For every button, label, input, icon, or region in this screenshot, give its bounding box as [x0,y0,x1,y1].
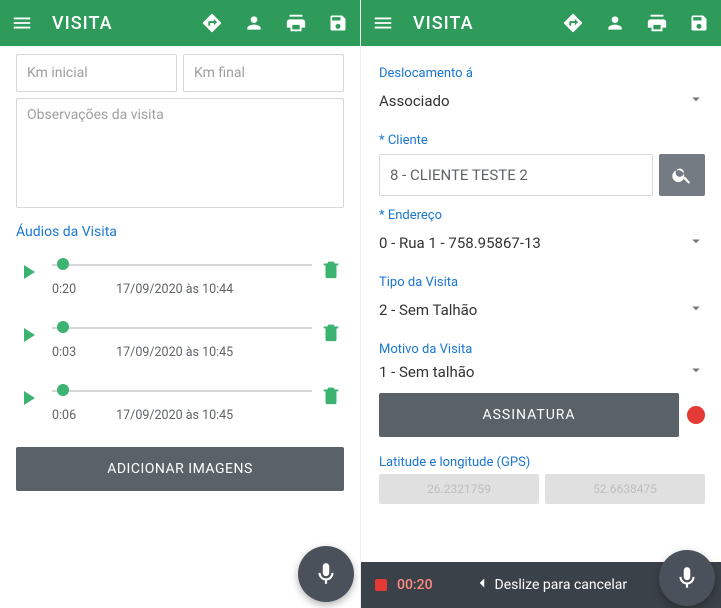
print-icon[interactable] [284,11,308,35]
appbar-title: VISITA [413,13,474,34]
obs-textarea[interactable]: Observações da visita [16,98,344,208]
audio-item: 0:20 17/09/2020 às 10:44 [16,248,344,311]
cliente-input[interactable]: 8 - CLIENTE TESTE 2 [379,154,653,196]
motivo-value: 1 - Sem talhão [379,363,474,381]
audio-duration: 0:03 [52,345,76,360]
km-final-input[interactable]: Km final [183,54,344,92]
mic-fab-right[interactable] [659,550,715,606]
tipo-dropdown[interactable]: 2 - Sem Talhão [379,290,705,330]
audio-track[interactable] [52,256,312,274]
gps-lon-cell: 52.6638475 [545,474,705,504]
cliente-label: * Cliente [379,133,705,148]
menu-icon[interactable] [371,11,395,35]
audio-item: 0:03 17/09/2020 às 10:45 [16,311,344,374]
appbar-title: VISITA [52,13,113,34]
cliente-value: 8 - CLIENTE TESTE 2 [390,166,528,184]
endereco-value: 0 - Rua 1 - 758.95867-13 [379,234,541,252]
endereco-dropdown[interactable]: 0 - Rua 1 - 758.95867-13 [379,223,705,263]
gps-lon-value: 52.6638475 [593,482,657,496]
audio-item: 0:06 17/09/2020 às 10:45 [16,374,344,437]
audio-track[interactable] [52,319,312,337]
km-inicial-placeholder: Km inicial [27,65,88,81]
audio-timestamp: 17/09/2020 às 10:45 [116,345,233,360]
audio-track[interactable] [52,382,312,400]
audio-duration: 0:20 [52,282,76,297]
play-icon[interactable] [16,386,40,410]
assinatura-button[interactable]: ASSINATURA [379,393,679,437]
cliente-search-button[interactable] [659,154,705,196]
play-icon[interactable] [16,260,40,284]
audios-section-label: Áudios da Visita [16,224,344,240]
person-icon[interactable] [603,11,627,35]
add-images-button[interactable]: ADICIONAR IMAGENS [16,447,344,491]
directions-icon[interactable] [200,11,224,35]
recording-time: 00:20 [397,577,433,593]
chevron-left-icon [473,574,495,596]
gps-label: Latitude e longitude (GPS) [379,455,705,470]
audio-timestamp: 17/09/2020 às 10:45 [116,408,233,423]
deslocamento-dropdown[interactable]: Associado [379,81,705,121]
record-indicator [687,406,705,424]
caret-down-icon [687,361,705,383]
trash-icon[interactable] [320,321,344,345]
tipo-value: 2 - Sem Talhão [379,301,477,319]
search-icon [671,164,693,186]
mic-fab-left[interactable] [298,546,354,602]
deslocamento-value: Associado [379,92,450,110]
print-icon[interactable] [645,11,669,35]
caret-down-icon [687,299,705,321]
directions-icon[interactable] [561,11,585,35]
save-icon[interactable] [326,11,350,35]
tipo-label: Tipo da Visita [379,275,705,290]
audio-timestamp: 17/09/2020 às 10:44 [116,282,233,297]
trash-icon[interactable] [320,258,344,282]
motivo-dropdown[interactable]: 1 - Sem talhão [379,357,705,387]
recording-cancel-hint: Deslize para cancelar [495,577,628,593]
menu-icon[interactable] [10,11,34,35]
appbar-right: VISITA [361,0,721,46]
recording-dot-icon [375,579,387,591]
km-final-placeholder: Km final [194,65,245,81]
gps-lat-cell: 26.2321759 [379,474,539,504]
endereco-label: * Endereço [379,208,705,223]
obs-placeholder: Observações da visita [27,107,164,123]
appbar-left: VISITA [0,0,360,46]
trash-icon[interactable] [320,384,344,408]
play-icon[interactable] [16,323,40,347]
caret-down-icon [687,90,705,112]
gps-lat-value: 26.2321759 [427,482,491,496]
audio-duration: 0:06 [52,408,76,423]
km-inicial-input[interactable]: Km inicial [16,54,177,92]
save-icon[interactable] [687,11,711,35]
motivo-label: Motivo da Visita [379,342,705,357]
caret-down-icon [687,232,705,254]
person-icon[interactable] [242,11,266,35]
deslocamento-label: Deslocamento á [379,66,705,81]
